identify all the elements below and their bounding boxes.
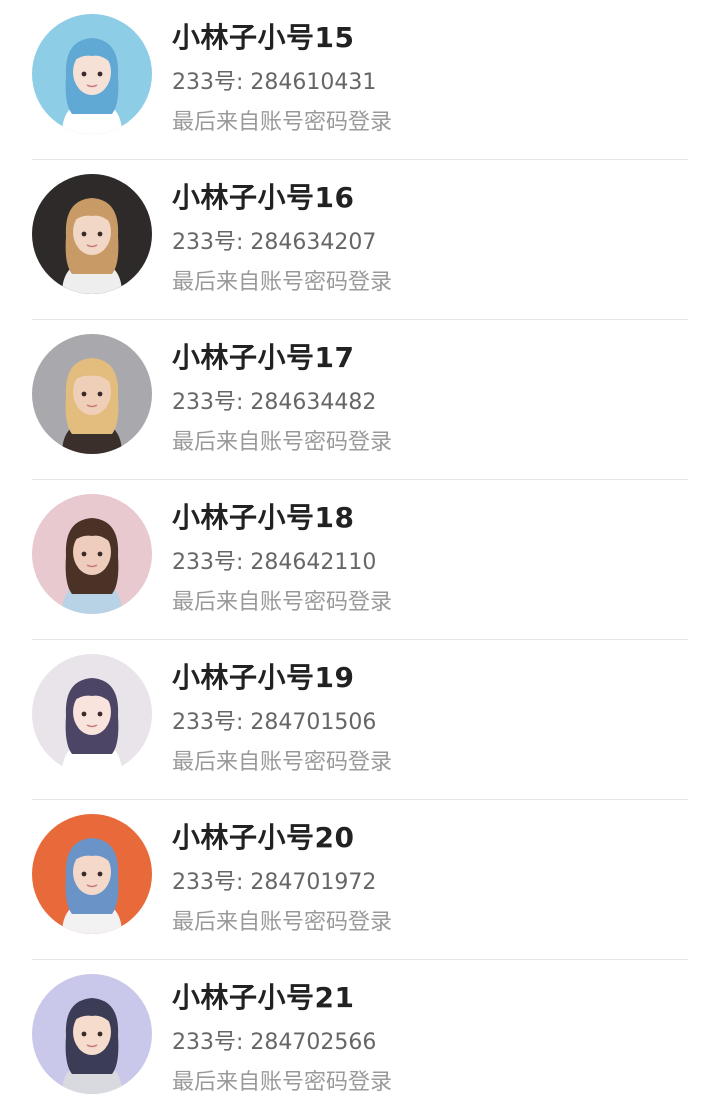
avatar-girl-curly-hair-icon [32,494,152,614]
account-name: 小林子小号18 [172,501,355,534]
account-name: 小林子小号15 [172,21,355,54]
account-uid: 284701506 [250,710,377,735]
avatar [32,494,152,614]
account-name: 小林子小号17 [172,341,355,374]
avatar [32,814,152,934]
avatar [32,334,152,454]
account-name: 小林子小号21 [172,981,355,1014]
account-item[interactable]: 小林子小号17 233号: 284634482 最后来自账号密码登录 [0,320,720,480]
account-uid-prefix: 233号: [172,710,251,735]
avatar [32,174,152,294]
account-uid: 284702566 [250,1030,377,1055]
avatar-girl-blonde-sitting-icon [32,334,152,454]
account-item[interactable]: 小林子小号19 233号: 284701506 最后来自账号密码登录 [0,640,720,800]
account-uid-prefix: 233号: [172,70,251,95]
account-name: 小林子小号16 [172,181,355,214]
account-name: 小林子小号20 [172,821,355,854]
account-login-source: 最后来自账号密码登录 [172,1070,393,1095]
account-uid-line: 233号: 284701506 [172,704,376,736]
account-uid-line: 233号: 284610431 [172,64,376,96]
account-uid-line: 233号: 284634482 [172,384,376,416]
avatar-anime-girl-purple-hair-icon [32,654,152,774]
account-uid-prefix: 233号: [172,230,251,255]
account-item[interactable]: 小林子小号20 233号: 284701972 最后来自账号密码登录 [0,800,720,960]
account-login-source: 最后来自账号密码登录 [172,270,393,295]
account-uid: 284610431 [250,70,377,95]
account-uid-line: 233号: 284702566 [172,1024,376,1056]
account-login-source: 最后来自账号密码登录 [172,750,393,775]
account-item[interactable]: 小林子小号16 233号: 284634207 最后来自账号密码登录 [0,160,720,320]
account-login-source: 最后来自账号密码登录 [172,590,393,615]
account-login-source: 最后来自账号密码登录 [172,430,393,455]
account-uid: 284642110 [250,550,377,575]
account-item[interactable]: 小林子小号18 233号: 284642110 最后来自账号密码登录 [0,480,720,640]
account-uid-prefix: 233号: [172,550,251,575]
avatar-boy-blue-hair-icon [32,814,152,934]
account-name: 小林子小号19 [172,661,355,694]
account-uid-prefix: 233号: [172,390,251,415]
account-uid-prefix: 233号: [172,870,251,895]
account-uid: 284634207 [250,230,377,255]
account-uid: 284701972 [250,870,377,895]
account-item[interactable]: 小林子小号15 233号: 284610431 最后来自账号密码登录 [0,0,720,160]
account-item[interactable]: 小林子小号21 233号: 284702566 最后来自账号密码登录 [0,960,720,1120]
account-uid: 284634482 [250,390,377,415]
account-uid-line: 233号: 284642110 [172,544,376,576]
account-list: 小林子小号15 233号: 284610431 最后来自账号密码登录 小林子小号16 2… [0,0,720,1120]
account-uid-prefix: 233号: [172,1030,251,1055]
avatar-boy-crown-icon [32,174,152,294]
avatar [32,974,152,1094]
avatar [32,14,152,134]
account-uid-line: 233号: 284701972 [172,864,376,896]
avatar-anime-boy-microphone-icon [32,974,152,1094]
account-uid-line: 233号: 284634207 [172,224,376,256]
avatar-anime-girl-blue-hair-icon [32,14,152,134]
avatar [32,654,152,774]
account-login-source: 最后来自账号密码登录 [172,110,393,135]
account-login-source: 最后来自账号密码登录 [172,910,393,935]
